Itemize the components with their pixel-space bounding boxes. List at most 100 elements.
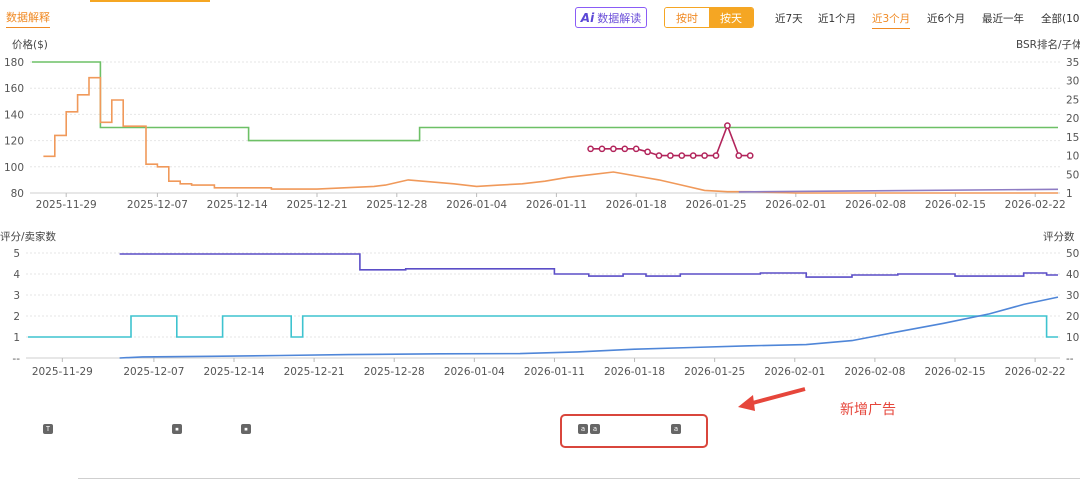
y-tick-label: 4: [13, 269, 20, 281]
annotation-arrow: [738, 387, 806, 411]
range-1m-button[interactable]: 近1个月: [818, 11, 856, 26]
x-tick-label: 2025-11-29: [32, 366, 93, 376]
series-2-line: [119, 296, 1059, 359]
x-tick-label: 2026-01-25: [684, 366, 745, 376]
x-tick-label: 2025-11-29: [36, 199, 97, 211]
granularity-hourly-button[interactable]: 按时: [665, 8, 709, 27]
y2-tick-label: 50: [1066, 248, 1079, 260]
x-tick-label: 2026-01-11: [526, 199, 587, 211]
series-2-point: [655, 152, 663, 159]
text-ad-icon[interactable]: T: [43, 424, 53, 434]
series-2-point: [667, 152, 674, 159]
x-tick-label: 2026-02-01: [765, 199, 826, 211]
series-2-point: [644, 148, 651, 156]
ai-icon: Ai: [580, 10, 595, 25]
y2-tick-label: 200: [1066, 113, 1080, 125]
granularity-toggle[interactable]: 按时 按天: [664, 7, 754, 28]
y-tick-label: 100: [4, 162, 24, 174]
new-ads-highlight-box: [560, 414, 708, 448]
y-tick-label: 120: [4, 136, 24, 148]
series-2-point: [746, 152, 754, 159]
series-2-point: [587, 145, 594, 153]
x-tick-label: 2025-12-28: [366, 199, 427, 211]
y2-axis-title: BSR排名/子体: [1016, 38, 1080, 51]
series-2-point: [689, 152, 697, 159]
range-7d-button[interactable]: 近7天: [775, 11, 803, 26]
series-2-point: [621, 145, 629, 153]
series-0-line: [32, 61, 1058, 142]
y2-tick-label: 350: [1066, 57, 1080, 69]
ai-interpret-button[interactable]: Ai 数据解读: [575, 7, 647, 28]
series-2-point: [724, 122, 731, 129]
y2-tick-label: 10: [1066, 332, 1079, 344]
range-3m-button[interactable]: 近3个月: [872, 11, 911, 29]
series-1-line: [43, 76, 1058, 194]
x-tick-label: 2025-12-14: [203, 366, 264, 376]
tab-data-explanation[interactable]: 数据解释: [6, 9, 50, 28]
x-tick-label: 2026-02-08: [844, 366, 905, 376]
y-axis-title: 价格($): [12, 38, 48, 51]
y-tick-label: 140: [4, 109, 24, 121]
series-2-point: [712, 152, 720, 159]
y2-tick-label: 150: [1066, 132, 1080, 144]
x-tick-label: 2026-01-18: [606, 199, 667, 211]
series-2-point: [632, 145, 640, 153]
series-1-line: [28, 315, 1058, 338]
x-tick-label: 2026-01-04: [446, 199, 507, 211]
y-tick-label: --: [12, 353, 20, 365]
series-0-line: [119, 253, 1058, 278]
range-6m-button[interactable]: 近6个月: [927, 11, 965, 26]
y-axis-title: 评分/卖家数: [0, 230, 57, 243]
ai-interpret-label: 数据解读: [597, 11, 642, 25]
series-2-point: [610, 145, 617, 153]
y2-tick-label: 30: [1066, 290, 1079, 302]
top-accent-line: [90, 0, 210, 2]
x-tick-label: 2025-12-14: [207, 199, 268, 211]
y-tick-label: 3: [13, 290, 20, 302]
x-tick-label: 2025-12-07: [127, 199, 188, 211]
y2-tick-label: --: [1066, 353, 1074, 365]
x-tick-label: 2026-02-22: [1005, 199, 1066, 211]
y2-axis-title: 评分数: [1043, 230, 1075, 243]
annotation-label: 新增广告: [840, 402, 896, 418]
series-2-point: [701, 152, 708, 159]
image-ad-icon[interactable]: ▪: [241, 424, 251, 434]
y2-tick-label: 50: [1066, 169, 1079, 181]
x-tick-label: 2025-12-28: [364, 366, 425, 376]
y-tick-label: 5: [13, 248, 20, 260]
y-tick-label: 2: [13, 311, 20, 323]
y2-tick-label: 100: [1066, 151, 1080, 163]
x-tick-label: 2026-02-15: [925, 199, 986, 211]
x-tick-label: 2026-02-01: [764, 366, 825, 376]
x-tick-label: 2025-12-21: [286, 199, 347, 211]
y2-tick-label: 20: [1066, 311, 1079, 323]
x-tick-label: 2026-02-08: [845, 199, 906, 211]
y-tick-label: 160: [4, 83, 24, 95]
x-tick-label: 2025-12-21: [284, 366, 345, 376]
x-tick-label: 2026-02-22: [1005, 366, 1066, 376]
x-tick-label: 2025-12-07: [123, 366, 184, 376]
series-2-point: [735, 152, 743, 159]
y2-tick-label: 40: [1066, 269, 1079, 281]
y2-tick-label: 300: [1066, 76, 1080, 88]
x-tick-label: 2026-01-11: [524, 366, 585, 376]
y2-tick-label: 250: [1066, 94, 1080, 106]
series-2-point: [598, 145, 606, 153]
image-ad-icon[interactable]: ▪: [172, 424, 182, 434]
x-tick-label: 2026-01-18: [604, 366, 665, 376]
x-tick-label: 2026-01-04: [444, 366, 505, 376]
y-tick-label: 180: [4, 57, 24, 69]
rating-seller-chart[interactable]: 5 4 3 2 1 -- 50 40 30 20 10 -- 评分/卖家数 评分数 2025-11-29 20…: [0, 226, 1080, 376]
y-tick-label: 1: [13, 332, 20, 344]
divider: [78, 478, 1080, 479]
x-tick-label: 2026-01-25: [685, 199, 746, 211]
granularity-daily-button[interactable]: 按天: [709, 8, 753, 27]
series-3-line: [738, 188, 1059, 193]
x-tick-label: 2026-02-15: [924, 366, 985, 376]
y-tick-label: 80: [11, 188, 24, 200]
range-all-button[interactable]: 全部(10: [1041, 11, 1079, 26]
y2-tick-label: 1: [1066, 188, 1073, 200]
price-bsr-chart[interactable]: 180 160 140 120 100 80 350 300 250 200 150 100 50 1 价格…: [0, 32, 1080, 242]
range-1y-button[interactable]: 最近一年: [982, 11, 1024, 26]
series-2-point: [678, 152, 686, 159]
